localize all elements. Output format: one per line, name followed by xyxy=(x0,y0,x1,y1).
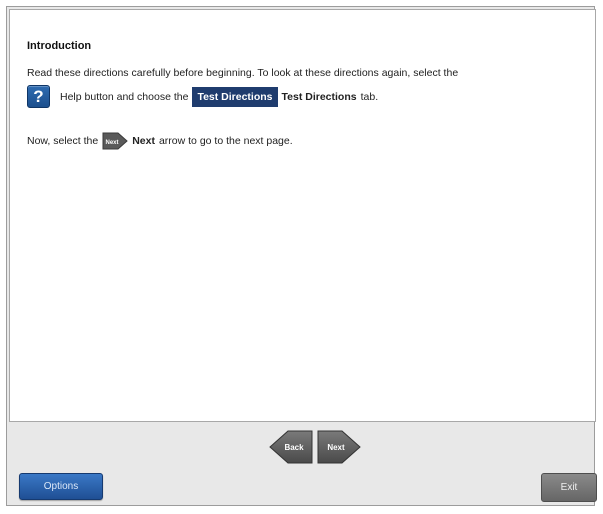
page-title: Introduction xyxy=(27,40,92,52)
help-instructions-text: Help button and choose the xyxy=(60,90,189,103)
test-directions-tab-chip: Test Directions xyxy=(192,86,278,107)
next-arrow-icon-label: Next xyxy=(106,140,119,146)
options-button[interactable]: Options xyxy=(19,473,103,500)
help-icon: ? xyxy=(27,85,50,108)
exit-button[interactable]: Exit xyxy=(541,473,597,502)
tab-suffix-text: tab. xyxy=(360,90,379,103)
next-label-bold: Next xyxy=(132,135,155,147)
next-arrow-icon: Next xyxy=(102,131,128,151)
directions-line-3: Now, select the Next Next arrow to go to… xyxy=(27,131,293,151)
next-button[interactable]: Next xyxy=(316,429,362,465)
options-button-label: Options xyxy=(43,481,79,492)
back-button-label: Back xyxy=(284,443,304,452)
directions-line-1: Read these directions carefully before b… xyxy=(27,67,459,79)
directions-line-2: ? Help button and choose the Test Direct… xyxy=(27,85,378,108)
test-directions-label: Test Directions xyxy=(281,90,357,103)
exit-button-label: Exit xyxy=(560,482,578,493)
next-suffix-text: arrow to go to the next page. xyxy=(158,135,293,147)
next-button-label: Next xyxy=(327,443,345,452)
next-prefix-text: Now, select the xyxy=(27,135,99,147)
back-button[interactable]: Back xyxy=(268,429,314,465)
